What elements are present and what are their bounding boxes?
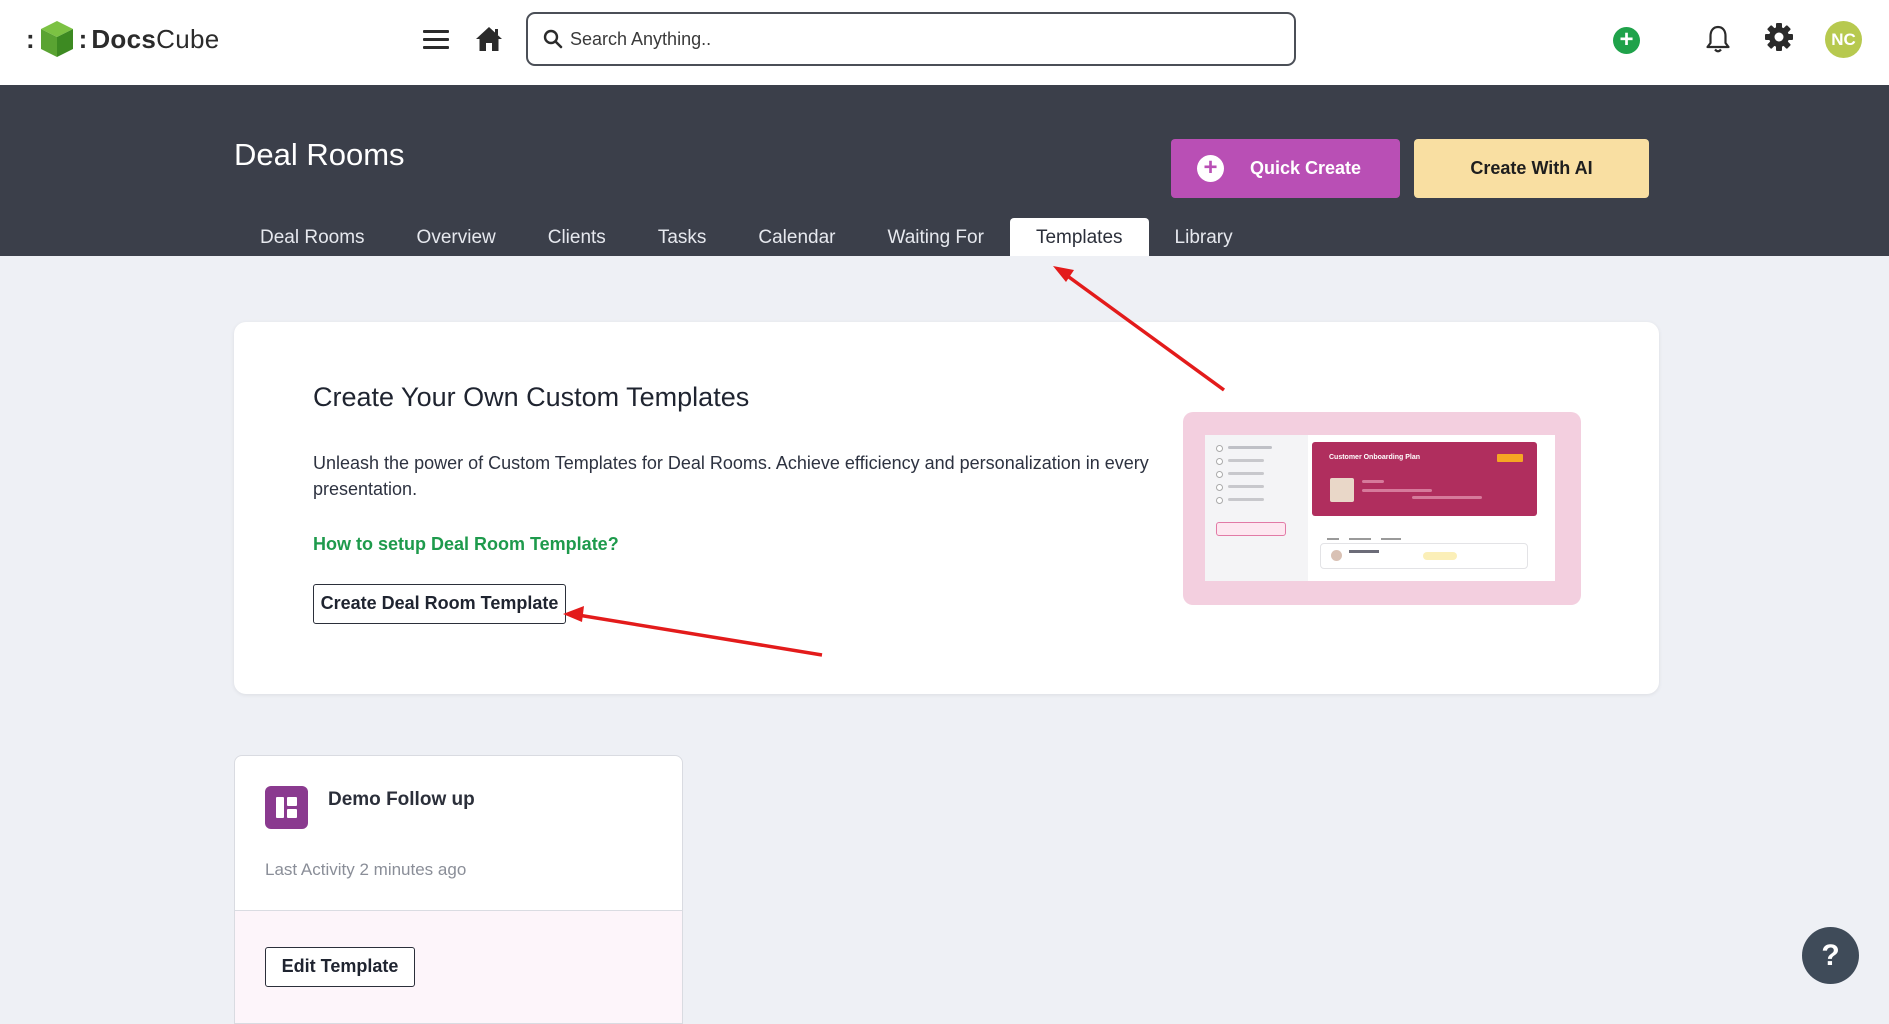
arrow-head-templates bbox=[1053, 266, 1074, 282]
template-last-activity: Last Activity 2 minutes ago bbox=[265, 860, 467, 879]
search-icon bbox=[543, 29, 563, 49]
search-input[interactable] bbox=[568, 20, 1272, 58]
preview-screen: Customer Onboarding Plan bbox=[1205, 435, 1555, 581]
tab-waiting-for[interactable]: Waiting For bbox=[862, 218, 1010, 256]
template-preview-image: Customer Onboarding Plan bbox=[1183, 412, 1581, 605]
search-box[interactable] bbox=[526, 12, 1296, 66]
layout-icon bbox=[265, 786, 308, 829]
tab-overview[interactable]: Overview bbox=[391, 218, 522, 256]
brand-name: DocsCube bbox=[91, 24, 219, 55]
gear-icon[interactable] bbox=[1764, 22, 1794, 52]
page-title: Deal Rooms bbox=[234, 137, 405, 172]
page-header: Deal Rooms + Quick Create Create With AI… bbox=[0, 85, 1889, 256]
logo-colon: : bbox=[26, 24, 35, 54]
tab-calendar[interactable]: Calendar bbox=[732, 218, 861, 256]
plus-circle-icon: + bbox=[1197, 155, 1224, 182]
create-deal-room-template-button[interactable]: Create Deal Room Template bbox=[313, 584, 566, 624]
preview-row bbox=[1320, 543, 1528, 569]
card-title: Create Your Own Custom Templates bbox=[313, 382, 750, 412]
preview-sidebar bbox=[1205, 435, 1308, 581]
cube-icon bbox=[40, 21, 73, 57]
quick-create-label: Quick Create bbox=[1250, 158, 1362, 178]
preview-header: Customer Onboarding Plan bbox=[1312, 442, 1537, 516]
brand-name-rest: Cube bbox=[156, 23, 220, 54]
help-button[interactable]: ? bbox=[1802, 927, 1859, 984]
edit-template-button[interactable]: Edit Template bbox=[265, 947, 415, 987]
template-card-footer: Edit Template bbox=[235, 910, 682, 1023]
add-new-button[interactable]: + bbox=[1613, 27, 1640, 54]
docscube-logo[interactable]: : : DocsCube bbox=[26, 17, 219, 61]
tab-library[interactable]: Library bbox=[1149, 218, 1259, 256]
preview-tabs bbox=[1327, 530, 1507, 540]
home-icon[interactable] bbox=[474, 24, 504, 54]
quick-create-button[interactable]: + Quick Create bbox=[1171, 139, 1400, 198]
how-to-setup-link[interactable]: How to setup Deal Room Template? bbox=[313, 534, 619, 555]
bell-icon[interactable] bbox=[1704, 24, 1732, 54]
tab-bar: Deal Rooms Overview Clients Tasks Calend… bbox=[234, 218, 1259, 256]
custom-templates-card: Create Your Own Custom Templates Unleash… bbox=[234, 322, 1659, 694]
brand-name-bold: Docs bbox=[91, 23, 157, 54]
logo-colon-2: : bbox=[78, 24, 88, 54]
template-name[interactable]: Demo Follow up bbox=[328, 789, 475, 811]
top-bar: : : DocsCube + bbox=[0, 0, 1889, 85]
template-card: Demo Follow up Last Activity 2 minutes a… bbox=[234, 755, 683, 1024]
tab-deal-rooms[interactable]: Deal Rooms bbox=[234, 218, 391, 256]
tab-tasks[interactable]: Tasks bbox=[632, 218, 733, 256]
preview-title: Customer Onboarding Plan bbox=[1329, 454, 1421, 461]
tab-clients[interactable]: Clients bbox=[522, 218, 632, 256]
user-avatar[interactable]: NC bbox=[1825, 21, 1862, 58]
card-description: Unleash the power of Custom Templates fo… bbox=[313, 453, 1149, 499]
menu-icon[interactable] bbox=[423, 27, 449, 49]
tab-templates[interactable]: Templates bbox=[1009, 218, 1149, 256]
create-with-ai-button[interactable]: Create With AI bbox=[1414, 139, 1649, 198]
